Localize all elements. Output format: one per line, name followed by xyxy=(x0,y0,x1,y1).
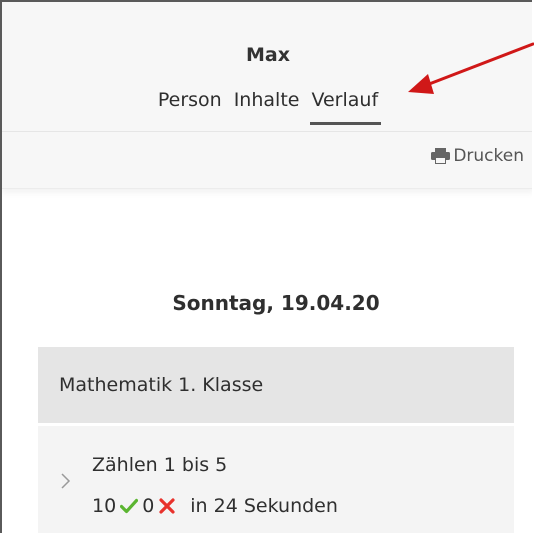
entry-duration: in 24 Sekunden xyxy=(190,495,338,517)
subject-label: Mathematik 1. Klasse xyxy=(59,374,264,396)
entry-title: Zählen 1 bis 5 xyxy=(92,454,228,476)
tab-person[interactable]: Person xyxy=(158,89,222,111)
cross-icon xyxy=(159,498,175,514)
printer-icon xyxy=(431,148,451,164)
wrong-count: 0 xyxy=(142,495,155,517)
check-icon xyxy=(120,498,139,514)
tab-verlauf[interactable]: Verlauf xyxy=(310,89,381,125)
date-heading: Sonntag, 19.04.20 xyxy=(172,291,380,315)
entry-stats: 10 0 in 24 Sekunden xyxy=(92,495,338,517)
chevron-right-icon xyxy=(61,473,71,489)
tab-inhalte[interactable]: Inhalte xyxy=(234,89,300,111)
print-label: Drucken xyxy=(453,146,524,166)
history-entry[interactable]: Zählen 1 bis 5 10 0 in 24 Sekunden xyxy=(38,426,514,533)
correct-count: 10 xyxy=(92,495,117,517)
annotation-arrow-icon xyxy=(408,42,534,94)
print-button[interactable]: Drucken xyxy=(431,146,524,166)
subject-group-header: Mathematik 1. Klasse xyxy=(38,347,514,423)
